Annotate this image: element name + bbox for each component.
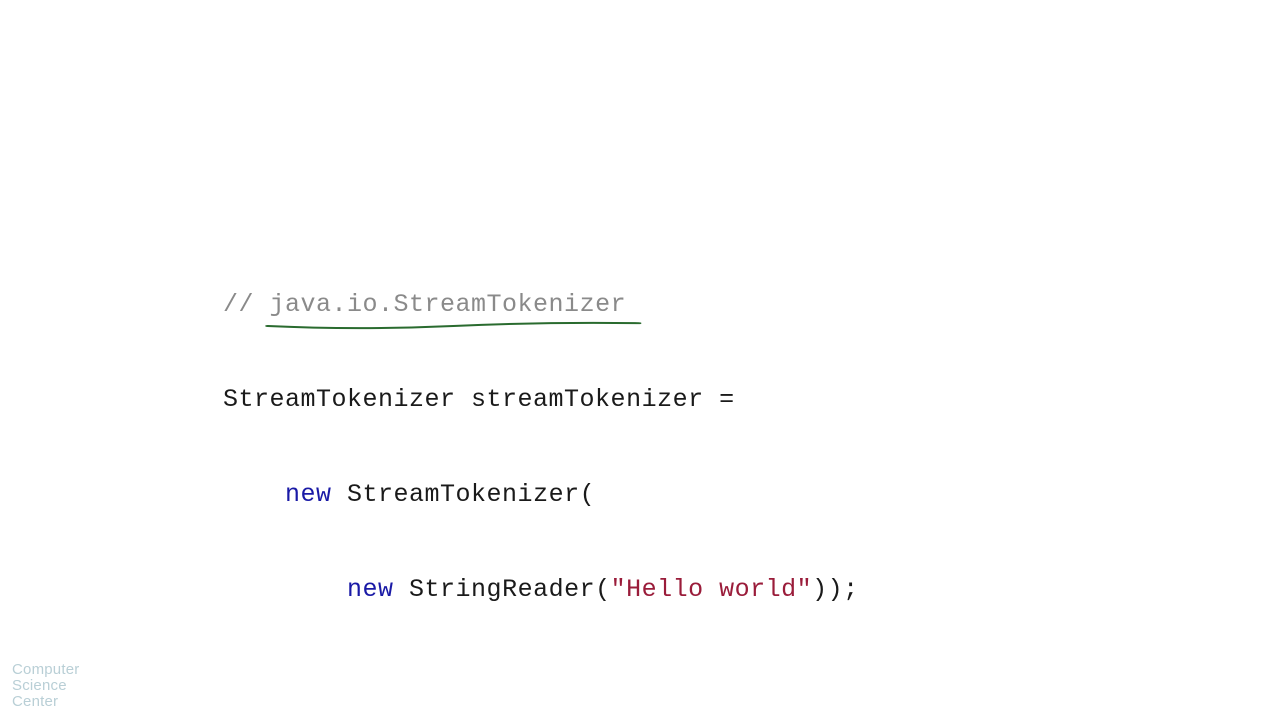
hand-underline-icon (264, 319, 643, 333)
underlined-class-1: java.io.StreamTokenizer (270, 286, 627, 323)
code-slide: // java.io.StreamTokenizer StreamTokeniz… (223, 170, 859, 720)
logo: Computer Science Center (12, 662, 79, 710)
logo-line: Computer (12, 662, 79, 678)
comment-prefix: // (223, 290, 270, 319)
code-line: new StringReader("Hello world")); (223, 571, 859, 608)
code-line: StreamTokenizer streamTokenizer = (223, 381, 859, 418)
logo-line: Center (12, 694, 79, 710)
code-line: // java.io.StreamTokenizer (223, 286, 859, 323)
code-line: new StreamTokenizer( (223, 476, 859, 513)
logo-line: Science (12, 678, 79, 694)
spacer (223, 695, 859, 720)
